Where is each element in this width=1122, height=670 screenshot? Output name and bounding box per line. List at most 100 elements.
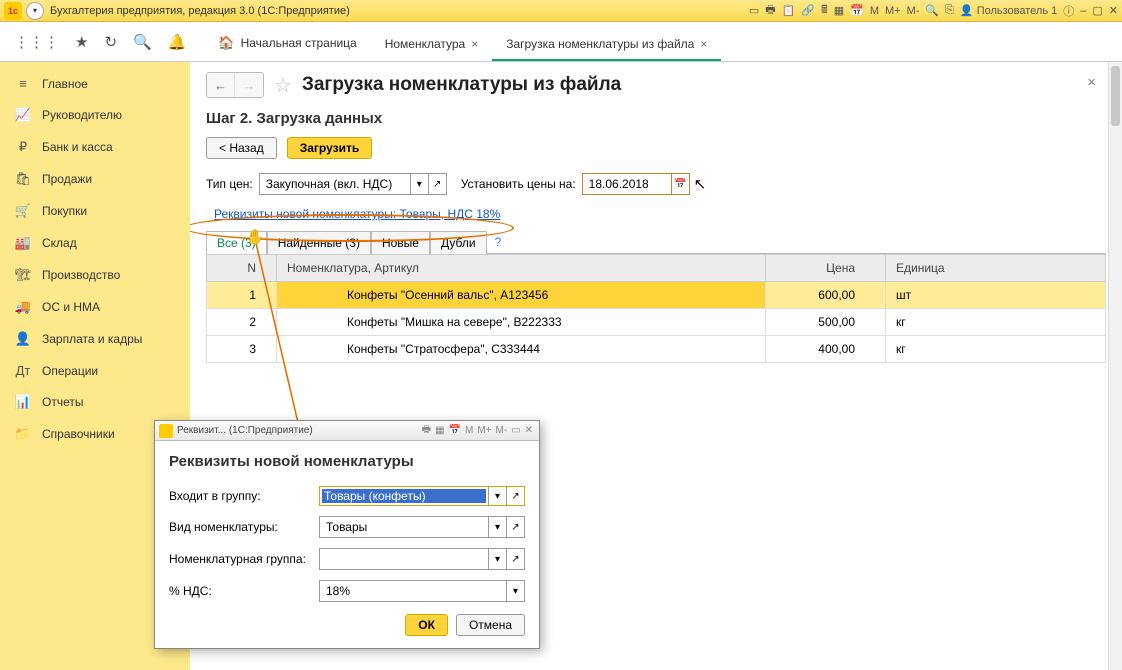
close-tab-icon[interactable]: × [700,37,707,51]
vat-combo[interactable]: ▾ [319,580,525,602]
vertical-scrollbar[interactable] [1108,62,1122,670]
group-input[interactable] [322,489,486,503]
chevron-down-icon[interactable]: ▾ [506,581,524,601]
dt-icon: Дт [14,363,32,378]
scrollbar-thumb[interactable] [1111,66,1120,126]
help-icon[interactable]: ? [495,235,502,249]
popup-grid-icon[interactable]: ▦ [435,425,444,436]
back-button[interactable]: < Назад [206,137,277,159]
popup-m-plus-icon[interactable]: M+ [477,425,491,436]
popup-close-icon[interactable]: ✕ [525,425,533,436]
table-row[interactable]: 3 Конфеты "Стратосфера", С333444 400,00 … [207,336,1106,363]
chevron-down-icon[interactable]: ▾ [488,517,506,537]
close-tab-icon[interactable]: × [471,37,478,51]
filter-tab-all[interactable]: Все (3) [206,231,267,254]
bell-icon[interactable]: 🔔 [168,33,187,51]
popup-titlebar[interactable]: Реквизит... (1С:Предприятие) 🖶 ▦ 📅 M M+ … [155,421,539,441]
maximize-icon[interactable]: ▢ [1092,4,1102,17]
col-n[interactable]: N [207,255,277,282]
load-button[interactable]: Загрузить [287,137,372,159]
set-price-label: Установить цены на: [461,177,576,191]
ok-button[interactable]: ОК [405,614,448,636]
nav-forward-button[interactable]: → [235,73,263,97]
price-type-input[interactable] [260,174,410,194]
nomgroup-combo[interactable]: ▾ ↗ [319,548,525,570]
chevron-down-icon[interactable]: ▾ [410,174,428,194]
sidebar-item-warehouse[interactable]: 🏭Склад [0,227,190,259]
chevron-down-icon[interactable]: ▾ [488,487,506,505]
tab-load-from-file[interactable]: Загрузка номенклатуры из файла× [492,29,721,61]
sidebar-item-sales[interactable]: 🛍Продажи [0,163,190,195]
filter-tabs: Все (3) Найденные (3) Новые Дубли ? [206,231,1106,254]
sidebar-item-bank[interactable]: ₽Банк и касса [0,131,190,163]
price-type-combo[interactable]: ▾ ↗ [259,173,447,195]
popup-calendar-icon[interactable]: 📅 [449,425,461,436]
sidebar-item-production[interactable]: 🏗Производство [0,259,190,291]
tab-nomenclature[interactable]: Номенклатура× [371,29,493,61]
close-icon[interactable]: ✕ [1109,4,1118,17]
zoom-icon[interactable]: 🔍 [925,4,939,17]
sidebar-item-purchases[interactable]: 🛒Покупки [0,195,190,227]
calc-icon[interactable]: 🖩 [821,1,828,20]
cancel-button[interactable]: Отмена [456,614,525,636]
filter-tab-found[interactable]: Найденные (3) [267,231,371,254]
tab-home[interactable]: 🏠Начальная страница [204,27,370,61]
nomgroup-input[interactable] [320,549,488,569]
chart-icon: 📈 [14,107,32,123]
filter-tab-dupes[interactable]: Дубли [430,231,487,254]
group-combo[interactable]: ▾ ↗ [319,486,525,506]
open-dialog-icon[interactable]: ↗ [428,174,446,194]
kind-combo[interactable]: ▾ ↗ [319,516,525,538]
history-icon[interactable]: ↻ [104,33,117,51]
nav-back-button[interactable]: ← [207,73,235,97]
apps-icon[interactable]: ⋮⋮⋮ [14,33,59,51]
table-row[interactable]: 1 Конфеты "Осенний вальс", А123456 600,0… [207,282,1106,309]
user-icon[interactable]: 👤 Пользователь 1 [960,4,1057,17]
calendar-picker-icon[interactable]: 📅 [671,174,689,194]
col-nomenclature[interactable]: Номенклатура, Артикул [277,255,766,282]
vat-input[interactable] [320,581,506,601]
sidebar-item-assets[interactable]: 🚚ОС и НМА [0,291,190,323]
pin-icon[interactable]: ⎘ [945,4,954,17]
popup-m-minus-icon[interactable]: M- [495,425,507,436]
date-input[interactable] [583,174,671,194]
print-preview-icon[interactable]: ▭ [749,4,759,17]
open-dialog-icon[interactable]: ↗ [506,517,524,537]
date-combo[interactable]: 📅 [582,173,690,195]
chevron-down-icon[interactable]: ▾ [488,549,506,569]
popup-print-icon[interactable]: 🖶 [422,422,431,439]
clipboard-icon[interactable]: 📋 [782,4,796,17]
sidebar-item-reports[interactable]: 📊Отчеты [0,386,190,418]
m-plus-icon[interactable]: M+ [885,5,901,17]
col-unit[interactable]: Единица [886,255,1106,282]
sidebar-item-main[interactable]: ≡Главное [0,68,190,99]
app-menu-dropdown[interactable]: ▾ [26,2,44,20]
price-type-label: Тип цен: [206,177,253,191]
popup-m-icon[interactable]: M [465,425,473,436]
star-icon[interactable]: ★ [75,33,88,51]
link-icon[interactable]: 🔗 [801,4,815,17]
open-dialog-icon[interactable]: ↗ [506,487,524,505]
menu-icon: ≡ [14,76,32,91]
requisites-link[interactable]: Реквизиты новой номенклатуры: Товары, НД… [206,205,508,223]
page-close-icon[interactable]: × [1087,74,1096,91]
table-row[interactable]: 2 Конфеты "Мишка на севере", В222333 500… [207,309,1106,336]
kind-input[interactable] [320,517,488,537]
print-icon[interactable]: 🖶 [765,1,775,20]
open-dialog-icon[interactable]: ↗ [506,549,524,569]
minimize-icon[interactable]: – [1080,5,1086,17]
search-icon[interactable]: 🔍 [133,33,152,51]
col-price[interactable]: Цена [766,255,886,282]
popup-title-left: Реквизит... [177,425,226,436]
filter-tab-new[interactable]: Новые [371,231,430,254]
sidebar-item-operations[interactable]: ДтОперации [0,355,190,386]
grid-icon[interactable]: ▦ [834,4,844,17]
favorite-star-icon[interactable]: ☆ [274,73,292,98]
calendar-icon[interactable]: 📅 [850,4,864,17]
sidebar-item-manager[interactable]: 📈Руководителю [0,99,190,131]
sidebar-item-hr[interactable]: 👤Зарплата и кадры [0,323,190,355]
m-icon[interactable]: M [870,5,879,17]
info-icon[interactable]: ⓘ [1063,3,1074,19]
popup-restore-icon[interactable]: ▭ [511,425,520,436]
m-minus-icon[interactable]: M- [907,5,920,17]
